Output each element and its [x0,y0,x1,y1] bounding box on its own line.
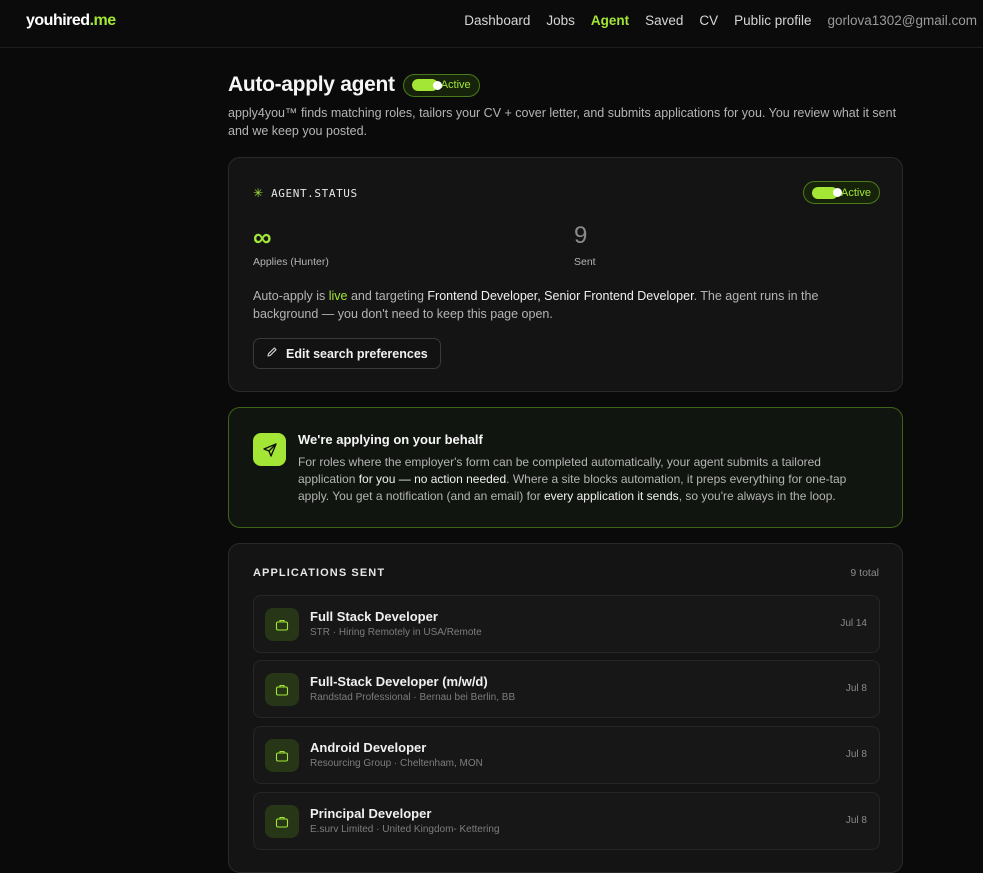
applications-title: APPLICATIONS SENT [253,567,386,579]
page-title: Auto-apply agent [228,73,395,96]
sent-caption: Sent [574,256,596,268]
applies-stat: ∞ Applies (Hunter) [253,222,329,268]
application-company: STR · Hiring Remotely in USA/Remote [310,627,482,638]
sent-stat: 9 Sent [574,222,596,268]
agent-status-toggle[interactable]: Active [803,181,880,204]
logo-name: youhired [26,12,90,29]
logo-suffix: .me [89,12,117,29]
nav-saved[interactable]: Saved [645,13,683,28]
application-row[interactable]: Full Stack Developer STR · Hiring Remote… [253,595,880,653]
agent-status-title: AGENT.STATUS [271,186,358,200]
toggle-track [812,186,843,199]
account-email[interactable]: gorlova1302@gmail.com [827,13,977,28]
toggle-track [411,79,442,91]
status-live: live [328,289,348,303]
briefcase-icon [265,673,299,706]
application-row[interactable]: Principal Developer E.surv Limited · Uni… [253,792,880,850]
application-title: Full-Stack Developer (m/w/d) [310,674,488,689]
behalf-highlight-1: for you — no action needed [358,472,507,486]
behalf-title: We're applying on your behalf [298,432,483,447]
application-date: Jul 8 [845,683,867,694]
toggle-label: Active [841,186,871,199]
application-title: Full Stack Developer [310,609,438,624]
application-row[interactable]: Full-Stack Developer (m/w/d) Randstad Pr… [253,660,880,718]
applications-sent-card: APPLICATIONS SENT 9 total Full Stack Dev… [228,543,903,873]
send-icon [253,433,286,466]
toggle-knob [833,188,843,197]
top-bar: youhired.me Dashboard Jobs Agent Saved C… [0,0,983,48]
application-company: Randstad Professional · Bernau bei Berli… [310,692,516,703]
nav-cv[interactable]: CV [699,13,718,28]
page-header: Auto-apply agent Active apply4you™ finds… [228,72,903,140]
logo[interactable]: youhired.me [26,12,116,30]
application-company: Resourcing Group · Cheltenham, MON [310,758,483,769]
sparkle-icon: ✳ [253,186,264,200]
toggle-knob [432,80,442,90]
application-title: Android Developer [310,740,427,755]
applies-value: ∞ [253,222,272,252]
status-text-prefix: Auto-apply is [253,289,329,303]
application-date: Jul 8 [845,815,867,826]
page-subtitle: apply4you™ finds matching roles, tailors… [228,106,897,138]
briefcase-icon [265,739,299,772]
main-nav: Dashboard Jobs Agent Saved CV Public pro… [464,13,977,28]
application-title: Principal Developer [310,806,432,821]
agent-status-card: ✳ AGENT.STATUS Active ∞ Applies (Hunter)… [228,157,903,392]
edit-button-label: Edit search preferences [286,346,428,361]
applications-total: 9 total [850,567,879,579]
sent-value: 9 [574,222,588,249]
nav-agent[interactable]: Agent [591,13,629,28]
active-toggle[interactable]: Active [402,73,480,97]
status-text-mid: and targeting [347,289,428,303]
status-description: Auto-apply is live and targeting Fronten… [253,287,883,323]
briefcase-icon [265,805,299,838]
toggle-label: Active [440,79,471,91]
application-date: Jul 14 [840,618,867,629]
briefcase-icon [265,608,299,641]
nav-public-profile[interactable]: Public profile [734,13,811,28]
pencil-icon [266,346,278,361]
application-date: Jul 8 [845,749,867,760]
target-roles: Frontend Developer, Senior Frontend Deve… [427,289,694,303]
nav-jobs[interactable]: Jobs [546,13,575,28]
behalf-highlight-2: every application it sends [543,489,679,503]
edit-search-preferences-button[interactable]: Edit search preferences [253,338,441,369]
applies-caption: Applies (Hunter) [253,256,329,268]
behalf-text-3: , so you're always in the loop. [678,489,836,503]
behalf-notice-card: We're applying on your behalf For roles … [228,407,903,528]
application-row[interactable]: Android Developer Resourcing Group · Che… [253,726,880,784]
application-company: E.surv Limited · United Kingdom- Ketteri… [310,824,500,835]
behalf-description: For roles where the employer's form can … [298,454,868,505]
nav-dashboard[interactable]: Dashboard [464,13,530,28]
